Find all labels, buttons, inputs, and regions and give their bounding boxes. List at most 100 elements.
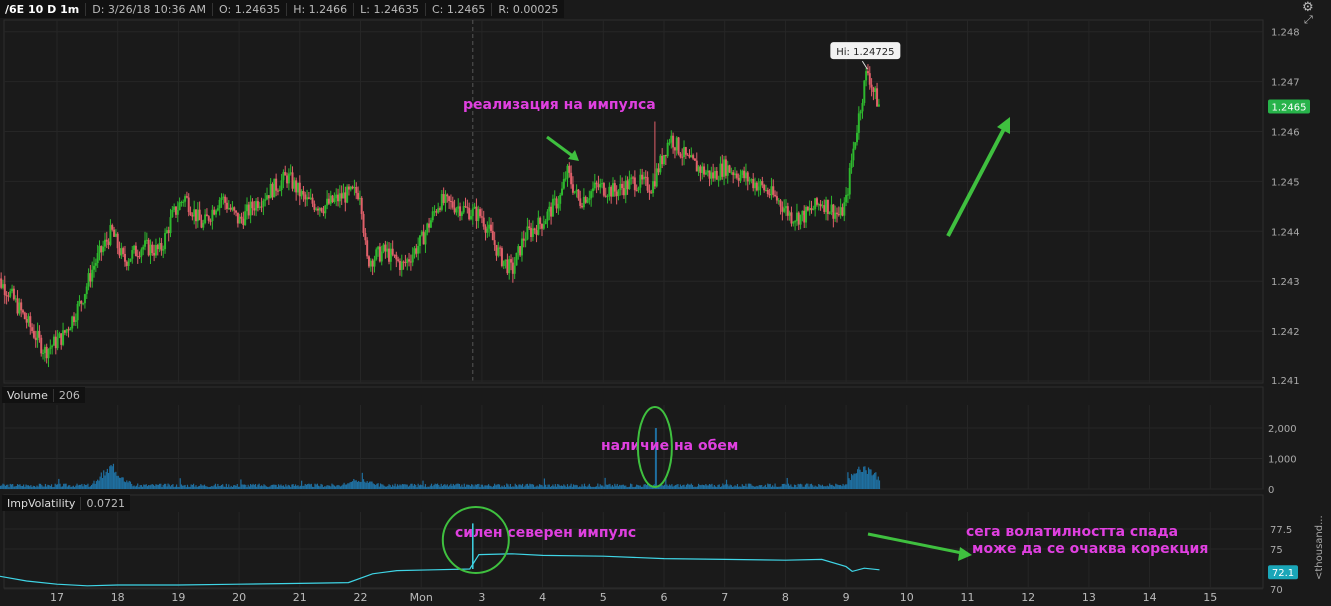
volume-bar xyxy=(128,480,130,489)
volume-bar xyxy=(174,486,176,489)
volume-bar xyxy=(594,486,597,489)
candle-body xyxy=(74,320,77,322)
volume-bar xyxy=(158,483,161,489)
volume-bar xyxy=(526,483,529,489)
candle-body xyxy=(801,210,804,215)
volume-bar xyxy=(197,486,200,489)
candle-body xyxy=(220,197,223,200)
candle-body xyxy=(229,207,232,210)
volume-bar xyxy=(764,484,766,489)
candle-body xyxy=(788,212,791,216)
candle-body xyxy=(856,132,859,143)
volume-bar xyxy=(393,486,395,489)
volume-bar xyxy=(138,486,140,489)
candle-body xyxy=(355,187,358,194)
volume-bar xyxy=(566,484,569,489)
candle-body xyxy=(612,183,615,197)
volume-bar xyxy=(833,486,836,489)
candle-body xyxy=(608,186,611,197)
volume-bar xyxy=(613,486,615,489)
candle-body xyxy=(169,217,172,234)
volume-bar xyxy=(640,486,643,489)
chart-canvas[interactable]: 1.248 1.247 1.246 1.245 1.244 1.243 1.242 1.241… xyxy=(0,0,1331,606)
candle-body xyxy=(278,190,281,192)
candle-body xyxy=(564,178,567,180)
candle-body xyxy=(646,177,649,191)
candle-body xyxy=(138,256,141,258)
candle-body xyxy=(752,179,755,189)
volume-bar xyxy=(207,486,209,489)
candle-body xyxy=(615,191,618,197)
volume-bar xyxy=(390,486,393,489)
volume-bar xyxy=(286,486,288,489)
volume-bar xyxy=(73,487,76,489)
candle-body xyxy=(116,233,119,249)
price-tick-label: 1.248 xyxy=(1271,28,1300,39)
candle-body xyxy=(251,201,254,209)
candle-body xyxy=(373,259,376,267)
candle-body xyxy=(559,194,562,204)
volume-bar xyxy=(844,484,847,489)
volume-bar xyxy=(65,483,67,489)
candle-body xyxy=(482,217,485,227)
candle-body xyxy=(22,310,25,313)
volume-bar xyxy=(13,486,15,489)
volume-bar xyxy=(115,471,117,489)
volume-bar xyxy=(727,484,729,489)
volume-bar xyxy=(338,485,340,489)
expand-icon[interactable]: ⤢ xyxy=(1304,13,1313,27)
volume-bar xyxy=(126,480,128,489)
volume-bar xyxy=(785,484,787,489)
volume-bar xyxy=(80,484,82,489)
candle-body xyxy=(266,195,269,200)
volume-bar xyxy=(157,484,159,489)
candle-body xyxy=(311,197,314,204)
volume-bar xyxy=(416,487,418,489)
candle-body xyxy=(812,209,815,211)
volume-bar xyxy=(772,485,774,489)
symbol-label[interactable]: /6E 10 D 1m xyxy=(0,3,85,16)
price-tick-label: 1.243 xyxy=(1271,277,1300,288)
volume-bar xyxy=(722,483,724,489)
volume-bar xyxy=(577,487,580,489)
volume-bar xyxy=(787,483,790,489)
volume-bar xyxy=(59,483,61,489)
volume-bar xyxy=(741,484,743,489)
candle-body xyxy=(191,215,194,217)
volume-bar xyxy=(70,486,72,489)
candle-body xyxy=(673,147,676,151)
volume-bar xyxy=(199,485,201,489)
volume-bar xyxy=(869,469,871,489)
volume-bar xyxy=(572,484,575,489)
candle-body xyxy=(743,170,746,179)
candle-body xyxy=(56,337,59,349)
volume-bar xyxy=(569,485,571,489)
candle-body xyxy=(748,180,751,182)
x-tick-label: 21 xyxy=(293,591,307,604)
candle-body xyxy=(282,172,285,181)
volume-bar xyxy=(61,486,64,489)
volume-bar xyxy=(753,486,756,489)
volume-bar xyxy=(169,486,172,489)
volume-bar xyxy=(679,484,681,489)
candle-body xyxy=(859,111,862,114)
volume-bar xyxy=(483,486,485,489)
volume-bar xyxy=(407,486,410,489)
volume-bar xyxy=(270,485,272,489)
candle-body xyxy=(684,147,687,155)
volume-bar xyxy=(24,486,26,489)
volume-bar xyxy=(474,484,476,489)
volume-bar xyxy=(260,485,263,489)
volume-bar xyxy=(421,485,423,489)
volume-bar xyxy=(225,483,227,489)
volume-bar xyxy=(685,484,688,489)
volume-bar xyxy=(290,487,292,489)
volume-bar xyxy=(375,484,377,489)
volume-bar xyxy=(559,485,561,489)
volume-bar xyxy=(123,481,125,489)
volume-bar xyxy=(358,480,360,489)
candle-body xyxy=(333,198,336,202)
candle-body xyxy=(617,189,620,197)
candle-body xyxy=(439,208,442,210)
volume-bar xyxy=(791,486,793,489)
